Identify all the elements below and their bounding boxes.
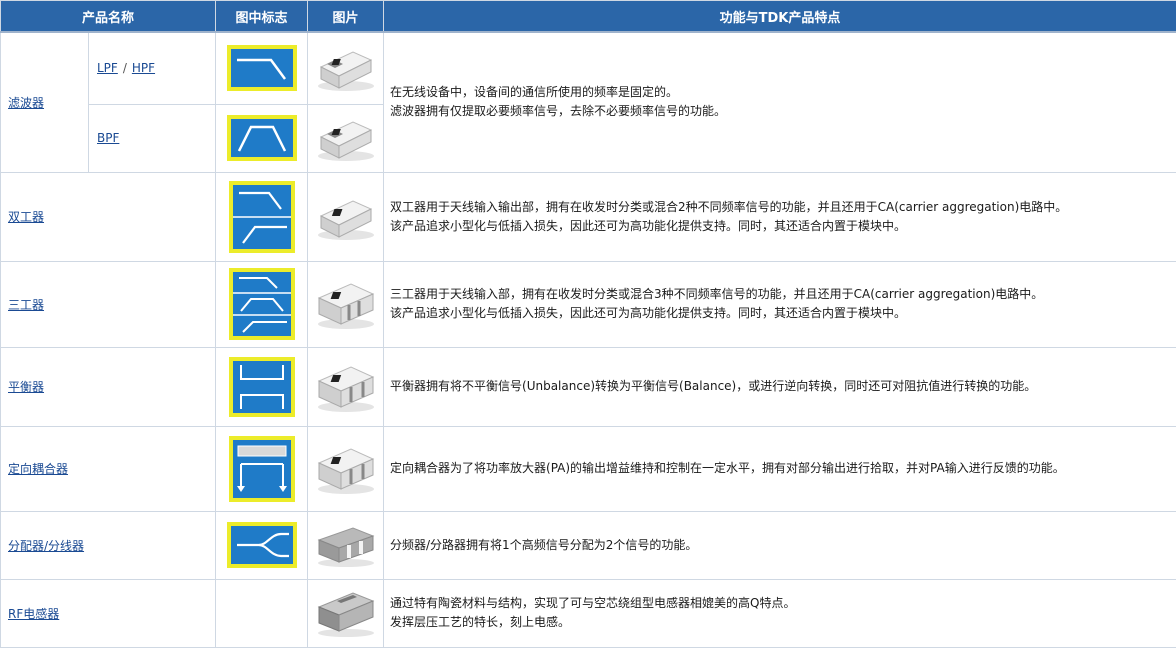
- lpf-symbol-icon: [227, 45, 297, 91]
- cell-lpf-symbol: [216, 32, 308, 104]
- chip-component-icon: [313, 112, 379, 164]
- balun-desc-line-1: 平衡器拥有将不平衡信号(Unbalance)转换为平衡信号(Balance)，或…: [390, 377, 1176, 396]
- cell-diplexer-name: 双工器: [1, 172, 216, 261]
- separator-slash: /: [123, 61, 127, 75]
- triplexer-symbol-icon: [229, 268, 295, 340]
- link-balun[interactable]: 平衡器: [8, 380, 44, 394]
- cell-triplexer-symbol: [216, 261, 308, 347]
- triplexer-desc-line-2: 该产品追求小型化与低插入损失，因此还可为高功能化提供支持。同时，其还适合内置于模…: [390, 304, 1176, 323]
- cell-lpf-hpf: LPF / HPF: [89, 32, 216, 104]
- bpf-symbol-icon: [227, 115, 297, 161]
- cell-triplexer-desc: 三工器用于天线输入部，拥有在收发时分类或混合3种不同频率信号的功能，并且还用于C…: [384, 261, 1176, 347]
- link-filter[interactable]: 滤波器: [8, 96, 44, 110]
- cell-diplexer-desc: 双工器用于天线输入输出部，拥有在收发时分类或混合2种不同频率信号的功能，并且还用…: [384, 172, 1176, 261]
- cell-balun-photo: [308, 347, 384, 426]
- balun-symbol-icon: [229, 357, 295, 417]
- inductor-desc-line-2: 发挥层压工艺的特长，刻上电感。: [390, 613, 1176, 632]
- diplexer-desc-line-1: 双工器用于天线输入输出部，拥有在收发时分类或混合2种不同频率信号的功能，并且还用…: [390, 198, 1176, 217]
- cell-balun-desc: 平衡器拥有将不平衡信号(Unbalance)转换为平衡信号(Balance)，或…: [384, 347, 1176, 426]
- cell-diplexer-symbol: [216, 172, 308, 261]
- inductor-chip-icon: [313, 587, 379, 639]
- header-symbol: 图中标志: [216, 1, 308, 33]
- chip-component-icon: [313, 359, 379, 415]
- cell-coupler-symbol: [216, 426, 308, 511]
- cell-bpf-photo: [308, 104, 384, 172]
- row-filter-lpf-hpf: 滤波器 LPF/HPF: [1, 32, 1176, 104]
- cell-bpf-symbol: [216, 104, 308, 172]
- cell-filter-desc: 在无线设备中，设备间的通信所使用的频率是固定的。 滤波器拥有仅提取必要频率信号，…: [384, 32, 1176, 172]
- divider-symbol-icon: [227, 522, 297, 568]
- cell-divider-name: 分配器/分线器: [1, 511, 216, 579]
- product-table: 产品名称 图中标志 图片 功能与TDK产品特点 滤波器 LPF / HPF: [0, 0, 1176, 648]
- cell-balun-symbol: [216, 347, 308, 426]
- chip-component-icon: [313, 42, 379, 94]
- link-bpf[interactable]: BPF: [97, 131, 119, 145]
- inductor-desc-line-1: 通过特有陶瓷材料与结构，实现了可与空芯绕组型电感器相媲美的高Q特点。: [390, 594, 1176, 613]
- row-inductor: RF电感器 通过特有陶瓷材料与结构，实现了可与空芯绕组型电感器相媲美的高Q特点。…: [1, 579, 1176, 647]
- chip-component-icon: [313, 520, 379, 570]
- header-features: 功能与TDK产品特点: [384, 1, 1176, 33]
- cell-inductor-photo: [308, 579, 384, 647]
- header-photo: 图片: [308, 1, 384, 33]
- row-balun: 平衡器: [1, 347, 1176, 426]
- row-diplexer: 双工器: [1, 172, 1176, 261]
- cell-divider-desc: 分频器/分路器拥有将1个高频信号分配为2个信号的功能。: [384, 511, 1176, 579]
- link-coupler[interactable]: 定向耦合器: [8, 462, 68, 476]
- link-triplexer[interactable]: 三工器: [8, 298, 44, 312]
- filter-desc-line-2: 滤波器拥有仅提取必要频率信号，去除不必要频率信号的功能。: [390, 102, 1176, 121]
- chip-component-icon: [313, 191, 379, 243]
- link-lpf[interactable]: LPF: [97, 61, 118, 75]
- cell-filter-name: 滤波器: [1, 32, 89, 172]
- header-product-name: 产品名称: [1, 1, 216, 33]
- diplexer-symbol-icon: [229, 181, 295, 253]
- filter-desc-line-1: 在无线设备中，设备间的通信所使用的频率是固定的。: [390, 83, 1176, 102]
- cell-coupler-name: 定向耦合器: [1, 426, 216, 511]
- cell-coupler-photo: [308, 426, 384, 511]
- link-hpf[interactable]: HPF: [132, 61, 155, 75]
- chip-component-icon: [313, 441, 379, 497]
- cell-inductor-desc: 通过特有陶瓷材料与结构，实现了可与空芯绕组型电感器相媲美的高Q特点。 发挥层压工…: [384, 579, 1176, 647]
- row-divider: 分配器/分线器: [1, 511, 1176, 579]
- chip-component-icon: [313, 276, 379, 332]
- header-row: 产品名称 图中标志 图片 功能与TDK产品特点: [1, 1, 1176, 33]
- cell-divider-photo: [308, 511, 384, 579]
- cell-triplexer-photo: [308, 261, 384, 347]
- row-triplexer: 三工器: [1, 261, 1176, 347]
- cell-balun-name: 平衡器: [1, 347, 216, 426]
- divider-desc-line-1: 分频器/分路器拥有将1个高频信号分配为2个信号的功能。: [390, 536, 1176, 555]
- cell-inductor-symbol: [216, 579, 308, 647]
- cell-lpf-photo: [308, 32, 384, 104]
- diplexer-desc-line-2: 该产品追求小型化与低插入损失，因此还可为高功能化提供支持。同时，其还适合内置于模…: [390, 217, 1176, 236]
- coupler-symbol-icon: [229, 436, 295, 502]
- cell-triplexer-name: 三工器: [1, 261, 216, 347]
- cell-inductor-name: RF电感器: [1, 579, 216, 647]
- row-coupler: 定向耦合器: [1, 426, 1176, 511]
- cell-diplexer-photo: [308, 172, 384, 261]
- cell-divider-symbol: [216, 511, 308, 579]
- link-inductor[interactable]: RF电感器: [8, 607, 59, 621]
- link-divider[interactable]: 分配器/分线器: [8, 539, 84, 553]
- cell-coupler-desc: 定向耦合器为了将功率放大器(PA)的输出增益维持和控制在一定水平，拥有对部分输出…: [384, 426, 1176, 511]
- link-diplexer[interactable]: 双工器: [8, 210, 44, 224]
- triplexer-desc-line-1: 三工器用于天线输入部，拥有在收发时分类或混合3种不同频率信号的功能，并且还用于C…: [390, 285, 1176, 304]
- cell-bpf: BPF: [89, 104, 216, 172]
- coupler-desc-line-1: 定向耦合器为了将功率放大器(PA)的输出增益维持和控制在一定水平，拥有对部分输出…: [390, 459, 1176, 478]
